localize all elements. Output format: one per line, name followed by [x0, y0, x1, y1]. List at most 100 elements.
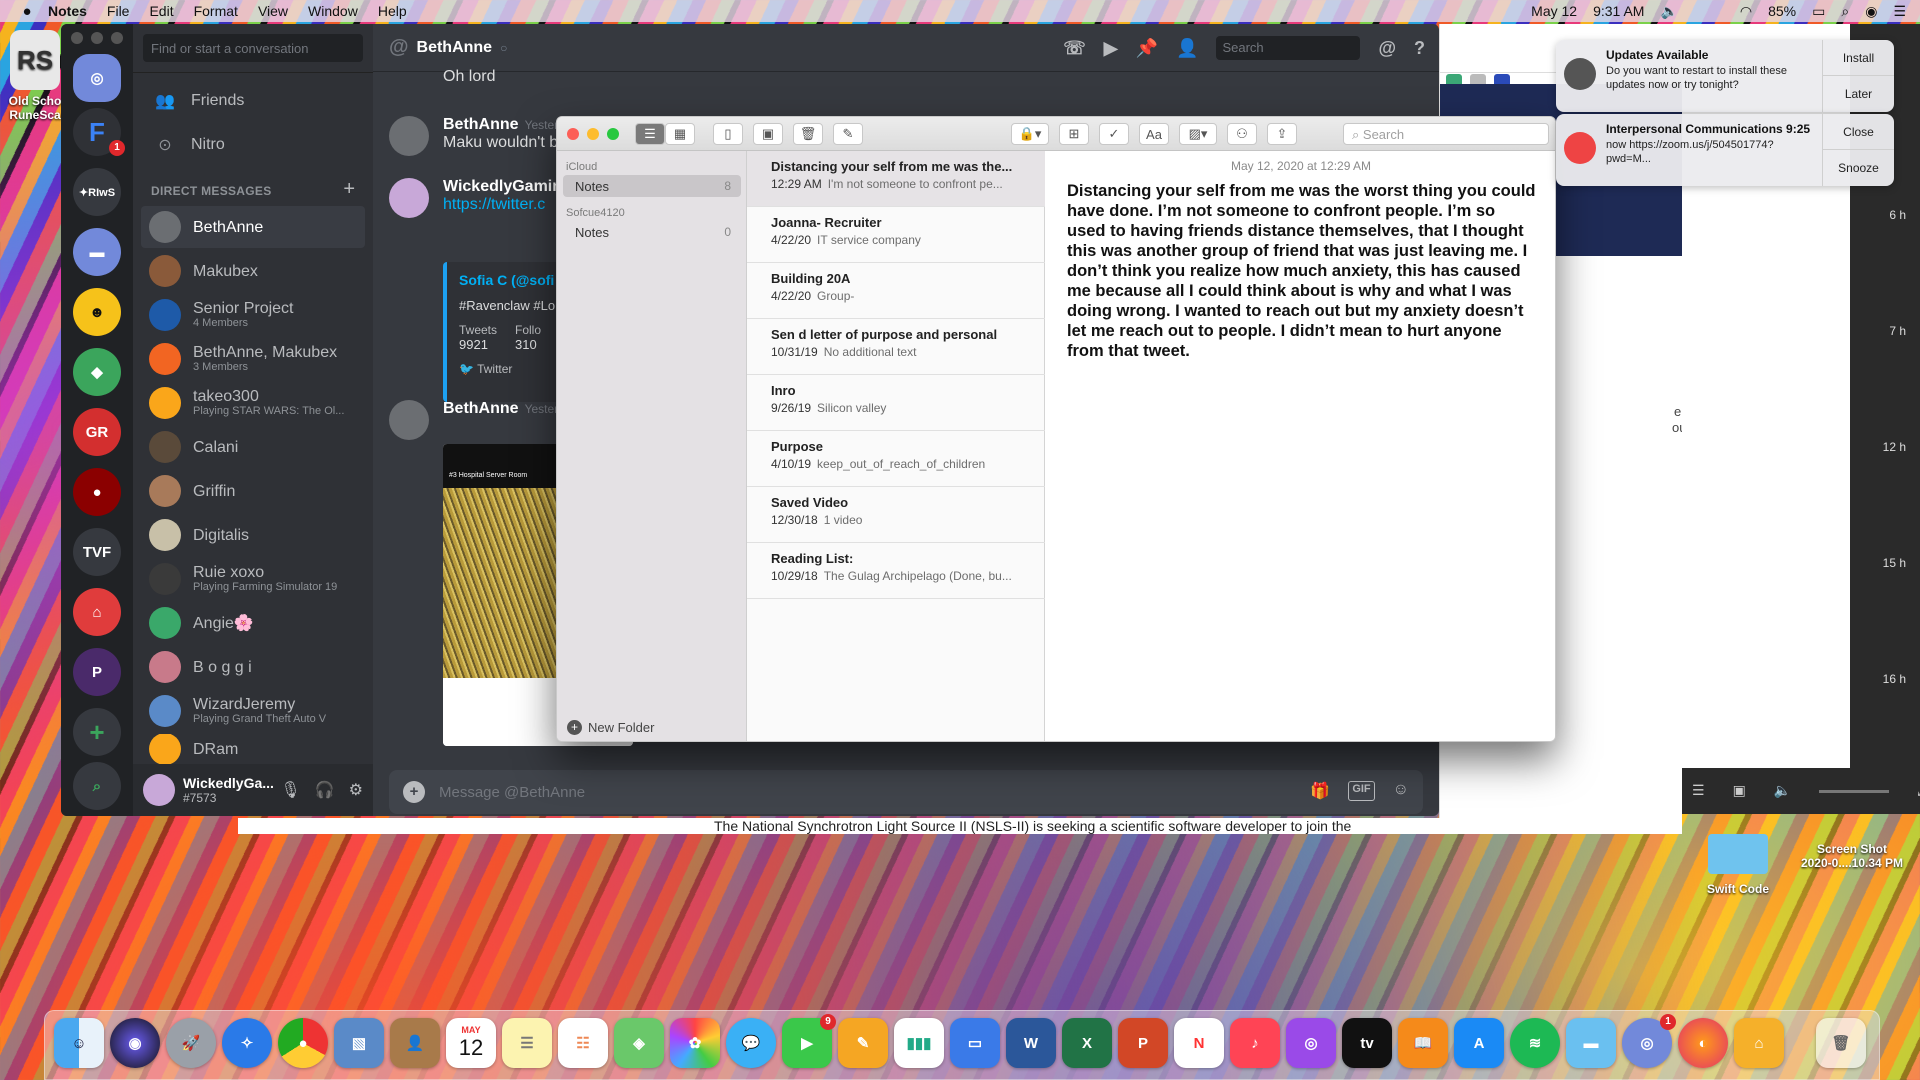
upload-icon[interactable]: + [403, 781, 425, 803]
dm-item-calani[interactable]: Calani [141, 426, 365, 468]
folder-icon[interactable]: ▬ [73, 228, 121, 276]
pin-icon[interactable]: 📌 [1136, 38, 1158, 59]
keynote-icon[interactable]: ▭ [950, 1018, 1000, 1068]
photos-icon[interactable]: ✿ [670, 1018, 720, 1068]
minimize-button[interactable] [587, 128, 599, 140]
trash-icon[interactable]: 🗑 [1816, 1018, 1866, 1068]
mentions-icon[interactable]: @ [1378, 38, 1396, 59]
spotify-icon[interactable]: ≋ [1510, 1018, 1560, 1068]
call-icon[interactable]: ☏ [1063, 38, 1086, 59]
messages-icon[interactable]: 💬 [726, 1018, 776, 1068]
server-icon[interactable]: ✦RIwS [73, 168, 121, 216]
create-dm-icon[interactable]: + [343, 178, 355, 201]
nav-friends[interactable]: 👥 Friends [141, 80, 365, 122]
list-view-icon[interactable]: ☰ [635, 123, 665, 145]
message-author[interactable]: BethAnne [443, 116, 519, 133]
note-item[interactable]: Saved Video 12/30/18 1 video [747, 487, 1045, 543]
headphones-icon[interactable]: 🎧 [315, 780, 335, 800]
devices-icon[interactable]: ▣ [1733, 782, 1746, 799]
server-icon[interactable]: ⌂ [73, 588, 121, 636]
table-icon[interactable]: ⊞ [1059, 123, 1089, 145]
server-icon[interactable]: GR [73, 408, 121, 456]
find-conversation-input[interactable]: Find or start a conversation [143, 34, 363, 62]
nav-nitro[interactable]: ⊙ Nitro [141, 124, 365, 166]
menu-format[interactable]: Format [194, 3, 238, 19]
menubar-date[interactable]: May 12 [1531, 3, 1577, 19]
notes-search-input[interactable]: ⌕ Search [1343, 123, 1549, 145]
zoom-button[interactable] [111, 32, 123, 44]
note-item[interactable]: Purpose 4/10/19 keep_out_of_reach_of_child… [747, 431, 1045, 487]
add-friend-icon[interactable]: 👤 [1176, 38, 1198, 59]
menu-edit[interactable]: Edit [149, 3, 173, 19]
safari-icon[interactable]: ✧ [222, 1018, 272, 1068]
microphone-icon[interactable]: 🎙 [280, 780, 300, 800]
preview-icon[interactable]: ▧ [334, 1018, 384, 1068]
video-icon[interactable]: ▶ [1104, 38, 1118, 59]
queue-icon[interactable]: ☰ [1692, 782, 1705, 799]
note-item[interactable]: Distancing your self from me was the... 1… [747, 151, 1045, 207]
install-button[interactable]: Install [1823, 40, 1894, 76]
menu-view[interactable]: View [258, 3, 288, 19]
battery-percent[interactable]: 85% [1768, 3, 1796, 19]
gif-button[interactable]: GIF [1348, 781, 1375, 801]
dm-item-group[interactable]: BethAnne, Makubex 3 Members [141, 338, 365, 380]
snooze-button[interactable]: Snooze [1823, 150, 1894, 186]
server-icon[interactable]: P [73, 648, 121, 696]
podcasts-icon[interactable]: ◎ [1286, 1018, 1336, 1068]
menu-file[interactable]: File [107, 3, 130, 19]
powerpoint-icon[interactable]: P [1118, 1018, 1168, 1068]
collaborate-icon[interactable]: ⚇ [1227, 123, 1257, 145]
close-button[interactable] [567, 128, 579, 140]
apple-tv-icon[interactable]: tv [1342, 1018, 1392, 1068]
numbers-icon[interactable]: ▮▮▮ [894, 1018, 944, 1068]
note-body[interactable]: Distancing your self from me was the wor… [1067, 181, 1537, 361]
dm-item-bethanne[interactable]: BethAnne [141, 206, 365, 248]
dm-item-takeo300[interactable]: takeo300 Playing STAR WARS: The Ol... [141, 382, 365, 424]
news-icon[interactable]: N [1174, 1018, 1224, 1068]
gear-icon[interactable]: ⚙ [349, 780, 363, 800]
message-author[interactable]: BethAnne [443, 400, 519, 417]
note-item[interactable]: Sen d letter of purpose and personal 10/3… [747, 319, 1045, 375]
note-item[interactable]: Reading List: 10/29/18 The Gulag Archipela… [747, 543, 1045, 599]
menubar-time[interactable]: 9:31 AM [1593, 3, 1644, 19]
notes-app-icon[interactable]: ☰ [502, 1018, 552, 1068]
share-icon[interactable]: ⇪ [1267, 123, 1297, 145]
server-icon[interactable]: F1 [73, 108, 125, 156]
menu-help[interactable]: Help [378, 3, 407, 19]
dm-item-dram[interactable]: DRam [141, 734, 365, 764]
dm-item-makubex[interactable]: Makubex [141, 250, 365, 292]
excel-icon[interactable]: X [1062, 1018, 1112, 1068]
new-folder-button[interactable]: + New Folder [567, 720, 654, 735]
attachments-icon[interactable]: ▣ [753, 123, 783, 145]
server-icon[interactable]: ☻ [73, 288, 121, 336]
home-icon[interactable]: ⌂ [1734, 1018, 1784, 1068]
dm-item-angie[interactable]: Angie🌸 [141, 602, 365, 644]
note-item[interactable]: Inro 9/26/19 Silicon valley [747, 375, 1045, 431]
books-icon[interactable]: 📖 [1398, 1018, 1448, 1068]
dm-item-wizardjeremy[interactable]: WizardJeremy Playing Grand Theft Auto V [141, 690, 365, 732]
user-avatar[interactable] [143, 774, 175, 806]
lock-icon[interactable]: 🔒▾ [1011, 123, 1049, 145]
dm-item-senior-project[interactable]: Senior Project 4 Members [141, 294, 365, 336]
explore-servers-icon[interactable]: ⌕ [73, 762, 121, 810]
contacts-icon[interactable]: 👤 [390, 1018, 440, 1068]
checklist-icon[interactable]: ✓ [1099, 123, 1129, 145]
pages-icon[interactable]: ✎ [838, 1018, 888, 1068]
close-button[interactable] [71, 32, 83, 44]
facetime-icon[interactable]: ▶ 9 [782, 1014, 836, 1068]
launchpad-icon[interactable]: 🚀 [166, 1018, 216, 1068]
siri-icon[interactable]: ◉ [110, 1018, 160, 1068]
reminders-icon[interactable]: ☷ [558, 1018, 608, 1068]
battery-icon[interactable]: ▭ [1812, 3, 1825, 20]
message-input[interactable]: + Message @BethAnne 🎁 GIF ☺ [389, 770, 1423, 814]
maps-icon[interactable]: ◈ [614, 1018, 664, 1068]
chat-search-input[interactable]: Search [1216, 36, 1361, 60]
server-icon[interactable]: ◆ [73, 348, 121, 396]
dm-item-griffin[interactable]: Griffin [141, 470, 365, 512]
dm-item-boggi[interactable]: B o g g i [141, 646, 365, 688]
folder-notes-icloud[interactable]: Notes 8 [563, 175, 741, 197]
apple-menu-icon[interactable]: ● [18, 3, 36, 20]
minimize-button[interactable] [91, 32, 103, 44]
note-editor[interactable]: May 12, 2020 at 12:29 AM Distancing your… [1045, 151, 1555, 741]
zoom-button[interactable] [607, 128, 619, 140]
